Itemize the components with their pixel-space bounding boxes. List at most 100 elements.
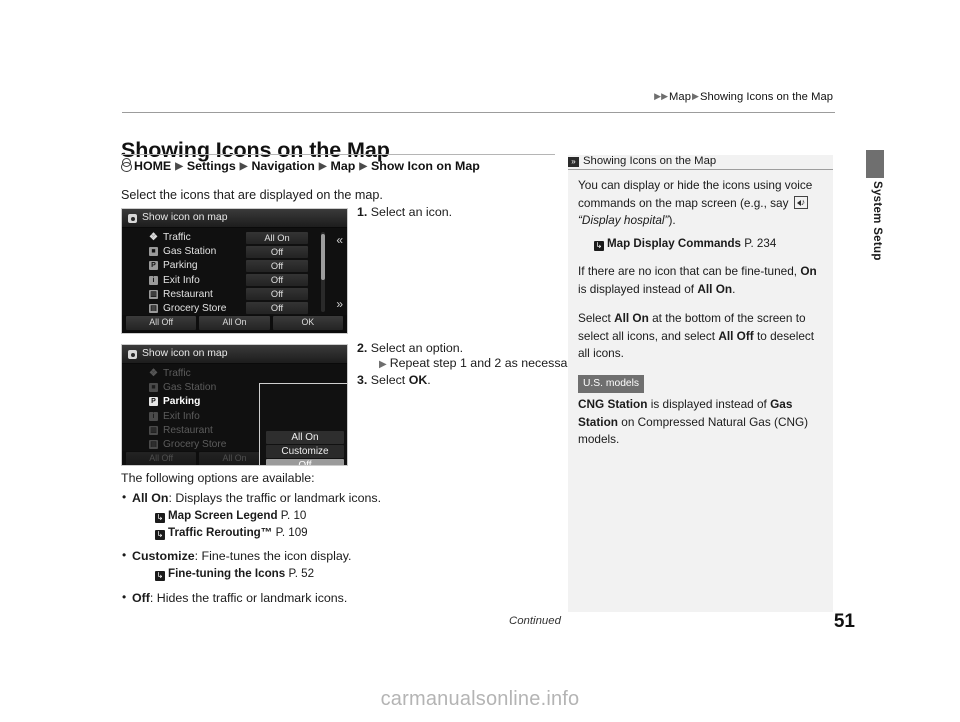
- all-off-button[interactable]: All Off: [126, 452, 197, 465]
- screenshot2-list: ❖ Traffic ■ Gas Station P Parking i Exit…: [122, 364, 347, 465]
- list-item-value[interactable]: Off: [246, 302, 308, 315]
- option-customize: Customize: Fine-tunes the icon display.: [121, 547, 541, 566]
- header-breadcrumb: ▶▶Map▶Showing Icons on the Map: [653, 91, 833, 103]
- step-2-number: 2.: [357, 341, 368, 355]
- traffic-icon: ❖: [149, 232, 158, 244]
- all-on-button[interactable]: All On: [199, 316, 270, 330]
- crumb-navigation: Navigation: [251, 159, 315, 173]
- side-para-2-c: is displayed instead of: [578, 282, 698, 297]
- grocery-store-icon: ▤: [149, 439, 158, 449]
- list-item[interactable]: ❖ Traffic All On: [122, 231, 347, 245]
- scrollbar[interactable]: [321, 232, 325, 312]
- parking-icon: P: [149, 397, 158, 407]
- nav-screenshot-icon-list: Show icon on map ❖ Traffic All On ■ Gas …: [121, 208, 348, 334]
- list-item-value[interactable]: Off: [246, 245, 308, 258]
- list-item[interactable]: ▥ Restaurant Off: [122, 287, 347, 301]
- restaurant-icon: ▥: [149, 425, 158, 435]
- exit-info-icon: i: [149, 411, 158, 421]
- section-tab-marker: [866, 150, 884, 178]
- option-all-on-name: All On: [132, 490, 169, 505]
- side-panel-heading-row: » Showing Icons on the Map: [568, 155, 833, 170]
- side-panel-heading: Showing Icons on the Map: [583, 155, 717, 167]
- list-item-label: Traffic: [163, 368, 191, 380]
- side-para-2-b: On: [800, 264, 817, 279]
- options-list: The following options are available: All…: [121, 470, 541, 607]
- reference-page: P. 109: [275, 525, 308, 539]
- side-para-4-b: is displayed instead of: [647, 396, 771, 411]
- popup-option-off-selected[interactable]: Off: [266, 459, 344, 465]
- all-off-button[interactable]: All Off: [126, 316, 197, 330]
- step-1: 1. Select an icon.: [357, 205, 452, 219]
- voice-command-icon: [793, 195, 808, 209]
- side-info-panel: » Showing Icons on the Map You can displ…: [568, 155, 833, 612]
- list-item-value[interactable]: Off: [246, 288, 308, 301]
- restaurant-icon: ▥: [149, 289, 158, 299]
- reference-arrow-icon: ↳: [594, 241, 604, 252]
- grocery-store-icon: ▤: [149, 303, 158, 313]
- side-panel-body: You can display or hide the icons using …: [578, 177, 828, 460]
- window-mode-icon: [128, 350, 137, 359]
- option-off: Off: Hides the traffic or landmark icons…: [121, 589, 541, 608]
- manual-page: ▶▶Map▶Showing Icons on the Map System Se…: [0, 0, 960, 722]
- list-item-label: Exit Info: [163, 274, 200, 286]
- screenshot2-title: Show icon on map: [142, 348, 228, 359]
- option-customize-name: Customize: [132, 549, 195, 564]
- reference-title: Map Screen Legend: [168, 508, 278, 522]
- exit-info-icon: i: [149, 275, 158, 285]
- step-3-number: 3.: [357, 372, 368, 387]
- substep-arrow-icon: ▶: [379, 359, 387, 370]
- breadcrumb-path: HOME ▶ Settings ▶ Navigation ▶ Map ▶ Show Icon o…: [121, 158, 480, 173]
- scrollbar-thumb[interactable]: [321, 234, 325, 280]
- gas-station-icon: ■: [149, 247, 158, 257]
- step-3-text-post: .: [427, 372, 431, 387]
- list-item-label: Parking: [163, 396, 201, 408]
- side-para-2-d: All On: [697, 282, 733, 297]
- breadcrumb-section: Map: [669, 91, 691, 103]
- breadcrumb-double-arrow-icon: ▶▶: [654, 91, 669, 101]
- home-button-icon: [121, 158, 132, 172]
- list-item[interactable]: ▤ Grocery Store Off: [122, 301, 347, 315]
- option-popup-menu: All On Customize Off: [259, 383, 347, 465]
- list-item[interactable]: ❖ Traffic: [122, 367, 347, 381]
- step-2-substep: ▶ Repeat step 1 and 2 as necessary.: [368, 356, 580, 372]
- list-item[interactable]: ■ Gas Station Off: [122, 245, 347, 259]
- side-para-1-b: ).: [668, 213, 676, 228]
- screenshot1-footer: All Off All On OK: [122, 315, 347, 331]
- step-2-substep-text: Repeat step 1 and 2 as necessary.: [389, 356, 581, 370]
- side-para-4-a: CNG Station: [578, 396, 648, 411]
- ok-button[interactable]: OK: [272, 316, 343, 330]
- scroll-down-icon[interactable]: »: [336, 298, 343, 310]
- scroll-up-icon[interactable]: «: [336, 234, 343, 246]
- side-para-1-quote: “Display hospital”: [578, 213, 669, 228]
- step-1-text: Select an icon.: [370, 205, 453, 219]
- popup-option-all-on[interactable]: All On: [266, 431, 344, 444]
- step-3: 3. Select OK.: [357, 373, 580, 387]
- side-para-4: CNG Station is displayed instead of Gas …: [578, 396, 828, 449]
- side-reference-page: P. 234: [744, 237, 777, 251]
- step-3-text-pre: Select: [370, 372, 409, 387]
- option-all-on-desc: : Displays the traffic or landmark icons…: [168, 490, 382, 505]
- side-para-2: If there are no icon that can be fine-tu…: [578, 263, 828, 298]
- list-item[interactable]: i Exit Info Off: [122, 273, 347, 287]
- list-item-label: Gas Station: [163, 382, 217, 394]
- list-item-value[interactable]: Off: [246, 259, 308, 272]
- step-2-text: Select an option.: [370, 341, 464, 355]
- reference-arrow-icon: ↳: [155, 529, 165, 540]
- continued-label: Continued: [509, 615, 561, 627]
- crumb-arrow-icon: ▶: [318, 161, 327, 172]
- side-para-1: You can display or hide the icons using …: [578, 177, 828, 230]
- list-item[interactable]: P Parking Off: [122, 259, 347, 273]
- list-item-value[interactable]: Off: [246, 274, 308, 287]
- crumb-map: Map: [330, 159, 356, 173]
- title-divider: [121, 154, 555, 155]
- list-item-label: Exit Info: [163, 410, 200, 422]
- reference-page: P. 52: [288, 567, 315, 581]
- gas-station-icon: ■: [149, 383, 158, 393]
- option-off-desc: : Hides the traffic or landmark icons.: [149, 590, 348, 605]
- crumb-show-icon-on-map: Show Icon on Map: [371, 159, 480, 173]
- popup-option-customize[interactable]: Customize: [266, 445, 344, 458]
- step-1-number: 1.: [357, 205, 368, 219]
- list-item-value[interactable]: All On: [246, 231, 308, 244]
- list-item-label: Traffic: [163, 232, 191, 244]
- crumb-arrow-icon: ▶: [359, 161, 368, 172]
